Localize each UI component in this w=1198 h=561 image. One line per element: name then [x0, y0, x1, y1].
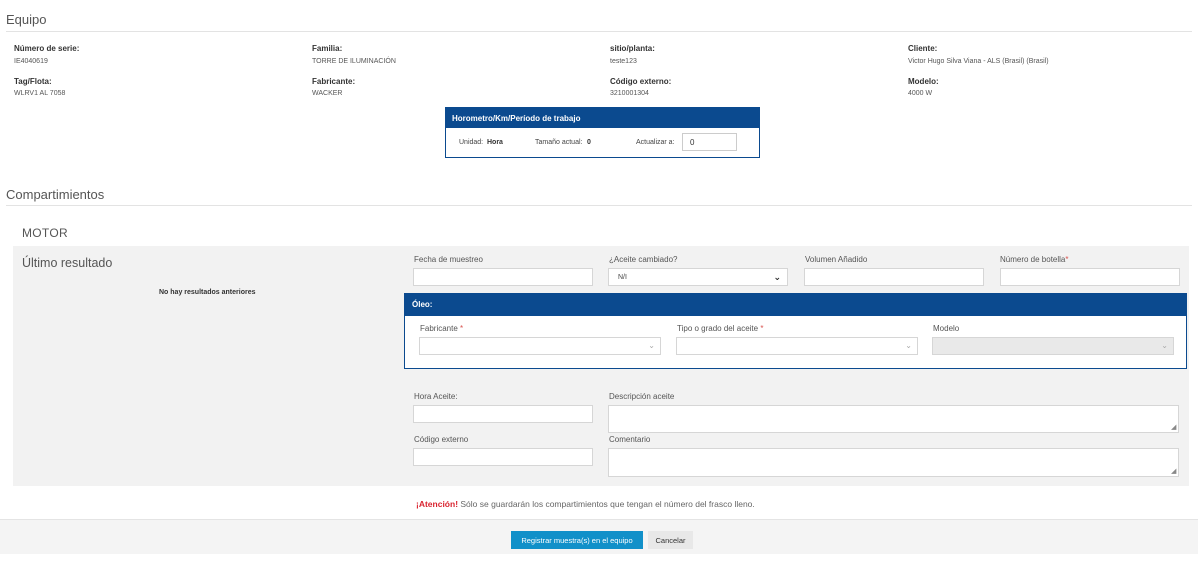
cliente-label: Cliente: — [908, 44, 938, 53]
familia-label: Familia: — [312, 44, 343, 53]
required-mark: * — [760, 324, 764, 333]
compartimientos-divider — [6, 205, 1192, 206]
sitio-value: teste123 — [610, 58, 637, 65]
horometro-row: Unidad: Hora Tamaño actual: 0 Actualizar… — [446, 128, 759, 159]
attention-strong: ¡Atención! — [416, 499, 459, 509]
fabricante-value: WACKER — [312, 90, 343, 97]
oleo-modelo-select[interactable]: ⌄ — [932, 337, 1174, 355]
equipo-section-title: Equipo — [6, 12, 47, 27]
oleo-tipo-label: Tipo o grado del aceite * — [677, 324, 763, 333]
aceite-cambiado-select[interactable]: N/I ⌄ — [608, 268, 788, 286]
aceite-cambiado-value: N/I — [618, 274, 627, 281]
fecha-muestreo-input[interactable] — [413, 268, 593, 286]
oleo-tipo-label-text: Tipo o grado del aceite — [677, 324, 759, 333]
oleo-title: Óleo: — [405, 294, 1186, 316]
register-sample-button[interactable]: Registrar muestra(s) en el equipo — [511, 531, 643, 549]
cancel-button[interactable]: Cancelar — [648, 531, 693, 549]
actualizar-input[interactable]: 0 — [682, 133, 737, 151]
compartimientos-section-title: Compartimientos — [6, 187, 105, 202]
codigo-externo-value: 3210001304 — [610, 90, 649, 97]
horometro-title: Horometro/Km/Período de trabajo — [446, 108, 759, 128]
hora-aceite-label: Hora Aceite: — [414, 392, 458, 401]
ultimo-resultado-title: Último resultado — [22, 256, 113, 270]
aceite-cambiado-label: ¿Aceite cambiado? — [609, 255, 678, 264]
no-results-message: No hay resultados anteriores — [159, 289, 256, 296]
oleo-modelo-label: Modelo — [933, 324, 960, 333]
codigo-externo-form-label: Código externo — [414, 435, 469, 444]
codigo-externo-input[interactable] — [413, 448, 593, 466]
volumen-label: Volumen Añadido — [805, 255, 868, 264]
numero-botella-label: Número de botella* — [1000, 255, 1069, 264]
tag-flota-value: WLRV1 AL 7058 — [14, 90, 66, 97]
attention-message: ¡Atención! Sólo se guardarán los compart… — [416, 499, 755, 509]
fecha-muestreo-label: Fecha de muestreo — [414, 255, 483, 264]
required-mark: * — [1065, 255, 1069, 264]
hora-aceite-input[interactable] — [413, 405, 593, 423]
actualizar-label: Actualizar a: — [636, 139, 675, 146]
chevron-down-icon: ⌄ — [773, 272, 781, 282]
numero-serie-label: Número de serie: — [14, 44, 80, 53]
numero-botella-label-text: Número de botella — [1000, 255, 1066, 264]
equipo-divider — [6, 31, 1192, 32]
tamano-value: 0 — [587, 139, 591, 146]
fabricante-label: Fabricante: — [312, 77, 356, 86]
descripcion-aceite-label: Descripción aceite — [609, 392, 675, 401]
unidad-label: Unidad: — [459, 139, 484, 146]
modelo-label: Modelo: — [908, 77, 939, 86]
chevron-down-icon: ⌄ — [905, 341, 912, 350]
resize-handle-icon[interactable]: ◢ — [1171, 424, 1177, 431]
unidad-value: Hora — [487, 139, 503, 146]
oleo-fabricante-select[interactable]: ⌄ — [419, 337, 661, 355]
familia-value: TORRE DE ILUMINACIÓN — [312, 58, 396, 65]
volumen-input[interactable] — [804, 268, 984, 286]
horometro-panel: Horometro/Km/Período de trabajo Unidad: … — [445, 107, 760, 158]
cliente-value: Victor Hugo Silva Viana - ALS (Brasil) (… — [908, 58, 1049, 65]
comentario-textarea[interactable]: ◢ — [608, 448, 1179, 477]
chevron-down-icon: ⌄ — [1161, 341, 1168, 350]
comentario-label: Comentario — [609, 435, 651, 444]
codigo-externo-label: Código externo: — [610, 77, 672, 86]
modelo-value: 4000 W — [908, 90, 933, 97]
oleo-tipo-select[interactable]: ⌄ — [676, 337, 918, 355]
oleo-fabricante-label-text: Fabricante — [420, 324, 458, 333]
numero-serie-value: IE4040619 — [14, 58, 48, 65]
sitio-label: sitio/planta: — [610, 44, 655, 53]
descripcion-aceite-textarea[interactable]: ◢ — [608, 405, 1179, 433]
oleo-fabricante-label: Fabricante * — [420, 324, 463, 333]
tag-flota-label: Tag/Flota: — [14, 77, 52, 86]
chevron-down-icon: ⌄ — [648, 341, 655, 350]
resize-handle-icon[interactable]: ◢ — [1171, 468, 1177, 475]
numero-botella-input[interactable] — [1000, 268, 1180, 286]
tamano-label: Tamaño actual: — [535, 139, 583, 146]
attention-text: Sólo se guardarán los compartimientos qu… — [458, 499, 755, 509]
motor-title: MOTOR — [22, 226, 68, 240]
oleo-panel: Óleo: Fabricante * ⌄ Tipo o grado del ac… — [404, 293, 1187, 369]
required-mark: * — [460, 324, 464, 333]
